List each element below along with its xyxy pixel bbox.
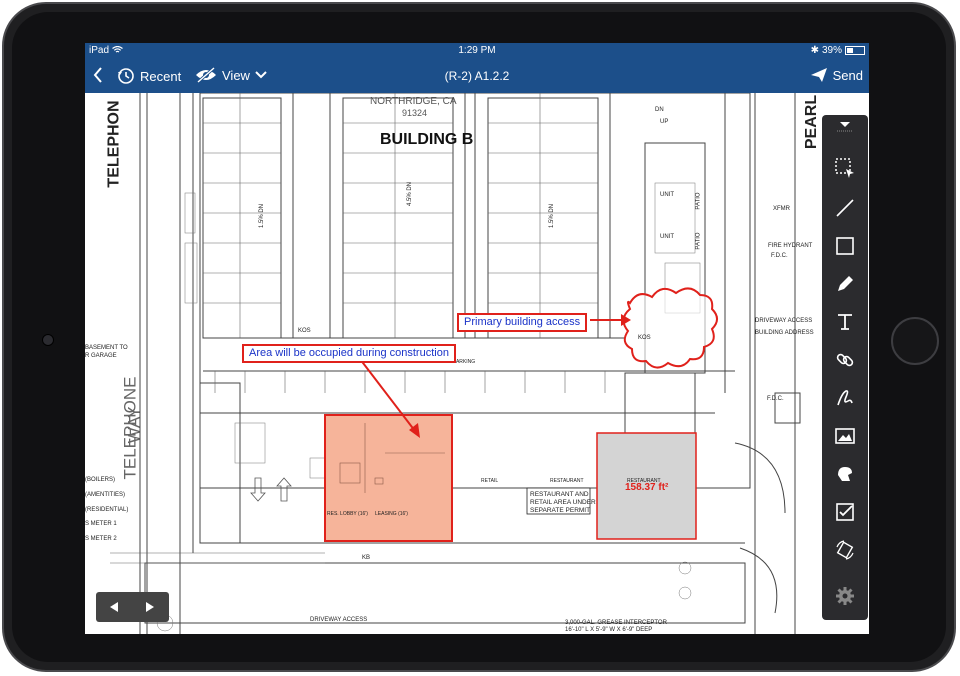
kb-label: KB — [362, 555, 371, 561]
signature-icon — [837, 390, 853, 406]
stamp-tool-button[interactable] — [829, 459, 861, 489]
signature-tool-button[interactable] — [829, 383, 861, 413]
caret-down-icon — [837, 122, 853, 132]
slope-label-3: 1.5% DN — [549, 203, 556, 229]
grease-interceptor-line-2: 16'-10" L X 5'-9" W X 6'-9" DEEP — [565, 627, 653, 633]
stair-dn-label: DN — [655, 107, 664, 113]
app-screen: iPad 1:29 PM ✱ 39% Recent View (R-2) A1.… — [85, 43, 869, 634]
floor-plan-linework — [110, 93, 801, 634]
street-label-right: PEARL — [803, 94, 821, 150]
marquee-select-icon — [835, 158, 854, 178]
select-tool-button[interactable] — [829, 153, 861, 183]
fdc-label-1: F.D.C. — [771, 253, 788, 259]
link-tool-button[interactable] — [829, 345, 861, 375]
restaurant-label-1: RESTAURANT — [550, 478, 584, 484]
status-bar: iPad 1:29 PM ✱ 39% — [85, 43, 869, 59]
next-page-button[interactable] — [132, 592, 168, 622]
document-title: (R-2) A1.2.2 — [444, 69, 510, 83]
address-zip: 91324 — [402, 108, 428, 118]
building-address-label: BUILDING ADDRESS — [755, 330, 814, 336]
rectangle-icon — [836, 237, 854, 255]
line-tool-button[interactable] — [829, 193, 861, 223]
retail-label: RETAIL — [481, 478, 499, 484]
bluetooth-icon: ✱ — [810, 45, 819, 56]
text-icon — [838, 314, 852, 330]
checklist-icon — [836, 503, 854, 521]
meter-label-1: S METER 1 — [85, 521, 117, 527]
front-camera — [42, 334, 54, 346]
triangle-right-icon — [146, 602, 154, 612]
address-city: NORTHRIDGE, CA — [370, 96, 457, 107]
triangle-left-icon — [110, 602, 118, 612]
unit-label-2: UNIT — [660, 234, 674, 240]
patio-label-1: PATIO — [695, 192, 702, 210]
building-title: BUILDING B — [380, 131, 474, 148]
construction-area-callout[interactable]: Area will be occupied during constructio… — [242, 344, 456, 363]
kos-label-1: KOS — [298, 328, 311, 334]
send-icon — [810, 68, 827, 82]
separate-permit-line-1: RESTAURANT AND — [530, 491, 589, 498]
leasing-label: LEASING (16') — [375, 511, 408, 517]
home-button[interactable] — [891, 317, 939, 365]
slope-label-1: 1.5% DN — [259, 203, 266, 229]
previous-page-button[interactable] — [96, 592, 132, 622]
separate-permit-line-3: SEPARATE PERMIT — [530, 507, 591, 514]
boilers-label: (BOILERS) — [85, 477, 116, 483]
basement-label-2: R GARAGE — [85, 353, 117, 359]
residential-label: (RESIDENTIAL) — [85, 507, 129, 513]
stamp-icon — [838, 467, 852, 481]
driveway-access-right: DRIVEWAY ACCESS — [755, 318, 813, 324]
xfmr-label: XFMR — [773, 206, 790, 212]
fire-hydrant-label: FIRE HYDRANT — [768, 243, 813, 249]
toolbar-collapse-button[interactable] — [829, 117, 861, 137]
form-tool-button[interactable] — [829, 497, 861, 527]
slope-label-2: 4.5% DN — [407, 181, 414, 207]
link-icon — [836, 353, 854, 367]
area-measurement[interactable]: 158.37 ft² — [625, 482, 668, 493]
kos-label-2: KOS — [638, 335, 651, 341]
primary-access-callout[interactable]: Primary building access — [457, 313, 588, 332]
send-button[interactable]: Send — [810, 67, 863, 83]
battery-icon — [845, 46, 865, 55]
pencil-icon — [838, 276, 853, 291]
driveway-access-bottom: DRIVEWAY ACCESS — [310, 617, 368, 623]
pen-tool-button[interactable] — [829, 269, 861, 299]
rotate-tool-button[interactable] — [829, 535, 861, 565]
gear-icon — [836, 587, 854, 605]
text-tool-button[interactable] — [829, 307, 861, 337]
separate-permit-line-2: RETAIL AREA UNDER — [530, 499, 596, 506]
unit-label-1: UNIT — [660, 192, 674, 198]
cloud-markup[interactable] — [622, 287, 718, 369]
settings-button[interactable] — [829, 581, 861, 611]
construction-area-highlight[interactable] — [324, 414, 453, 542]
clock: 1:29 PM — [458, 45, 496, 56]
street-label-left: TELEPHON — [105, 100, 123, 188]
parking-label: PARKING — [453, 359, 476, 365]
image-tool-button[interactable] — [829, 421, 861, 451]
basement-label-1: BASEMENT TO — [85, 345, 128, 351]
navigation-bar: Recent View (R-2) A1.2.2 Send — [85, 59, 869, 93]
page-navigator — [96, 592, 169, 622]
amenities-label: (AMENTITIES) — [85, 492, 125, 498]
line-icon — [836, 199, 854, 217]
markup-toolbar — [822, 115, 868, 620]
fdc-label-2: F.D.C. — [767, 396, 784, 402]
battery-percent: 39% — [821, 45, 842, 56]
battery-level — [847, 48, 853, 53]
meter-label-2: S METER 2 — [85, 536, 117, 542]
stair-up-label: UP — [660, 119, 669, 125]
res-lobby-label: RES. LOBBY (16') — [327, 511, 368, 517]
image-icon — [835, 428, 855, 444]
grease-interceptor-line-1: 3,000-GAL. GREASE INTERCEPTOR — [565, 620, 667, 626]
telephone-way-label-2: WAY — [124, 406, 144, 444]
send-label: Send — [832, 67, 863, 83]
floor-plan-drawing[interactable]: TELEPHON PEARL NORTHRIDGE, CA 91324 BUIL… — [85, 93, 869, 634]
patio-label-2: PATIO — [695, 232, 702, 250]
rotate-icon — [836, 540, 854, 560]
rectangle-tool-button[interactable] — [829, 231, 861, 261]
